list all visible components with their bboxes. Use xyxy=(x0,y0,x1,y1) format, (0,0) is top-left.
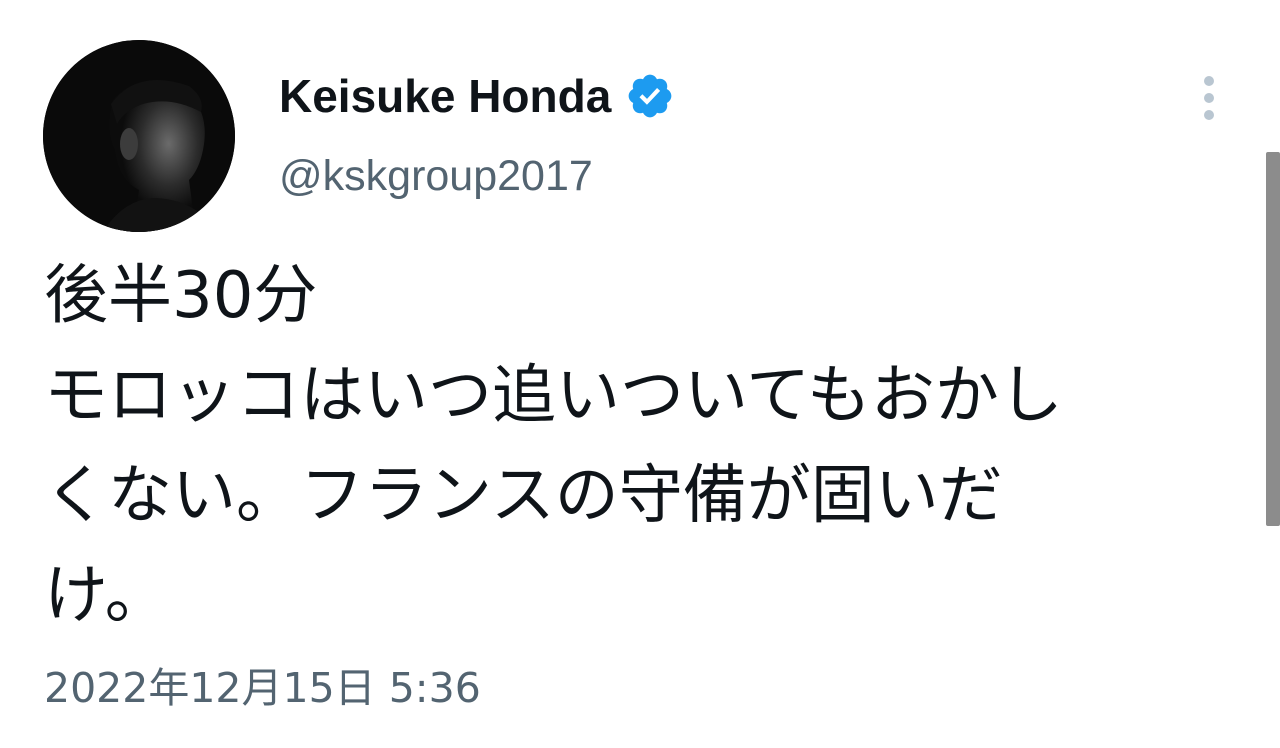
more-options-button[interactable] xyxy=(1192,70,1226,126)
author-avatar[interactable] xyxy=(43,40,235,232)
verified-badge-icon xyxy=(628,74,672,118)
more-options-icon xyxy=(1204,76,1214,86)
author-handle[interactable]: @kskgroup2017 xyxy=(279,148,593,204)
tweet-card: Keisuke Honda @kskgroup2017 後半30分 モロッコはい… xyxy=(0,0,1280,748)
tweet-text-line: くない。フランスの守備が固いだ xyxy=(44,459,1003,533)
tweet-timestamp[interactable]: 2022年12月15日 5:36 xyxy=(44,660,481,716)
author-display-name[interactable]: Keisuke Honda xyxy=(279,66,675,126)
tweet-text: 後半30分 モロッコはいつ追いついてもおかし くない。フランスの守備が固いだ け… xyxy=(44,246,1244,646)
tweet-text-line: モロッコはいつ追いついてもおかし xyxy=(44,359,1063,433)
more-options-icon xyxy=(1204,93,1214,103)
display-name-text[interactable]: Keisuke Honda xyxy=(279,66,611,126)
more-options-icon xyxy=(1204,110,1214,120)
tweet-text-line: け。 xyxy=(44,559,169,633)
avatar-photo xyxy=(43,40,235,232)
tweet-text-line: 後半30分 xyxy=(44,259,318,333)
scrollbar[interactable] xyxy=(1266,152,1280,526)
